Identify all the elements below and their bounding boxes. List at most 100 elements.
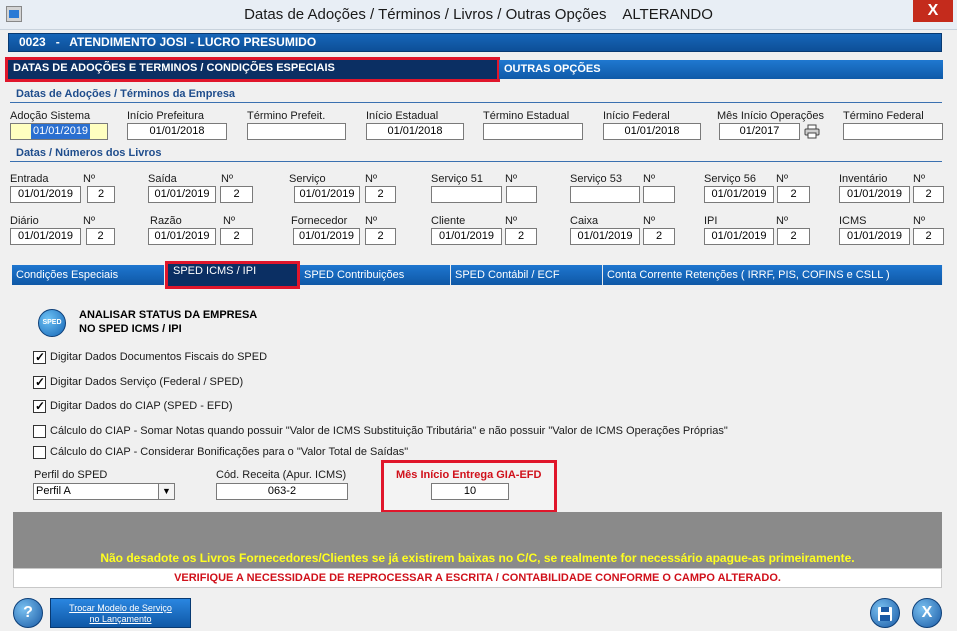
window-close-button[interactable]: X [913, 0, 953, 22]
label-servico-51-no: Nº [505, 173, 517, 185]
fornecedor-date-input[interactable]: 01/01/2019 [293, 228, 360, 245]
mes-inicio-operacoes-input[interactable]: 01/2017 [719, 123, 800, 140]
label-fornecedor-no: Nº [365, 215, 377, 227]
sped-icon[interactable]: SPED [38, 309, 66, 337]
saida-num-input[interactable]: 2 [220, 186, 253, 203]
help-button[interactable]: ? [13, 598, 43, 628]
label-mes-inicio-operacoes: Mês Início Operações [717, 110, 824, 122]
analisar-status-line1[interactable]: ANALISAR STATUS DA EMPRESA [79, 309, 257, 321]
label-servico-53-no: Nº [643, 173, 655, 185]
servico-51-num-input[interactable] [506, 186, 537, 203]
checkbox-label: Digitar Dados Serviço (Federal / SPED) [50, 376, 244, 388]
checkbox-digitar-servico[interactable] [33, 375, 46, 389]
section-title-books: Datas / Números dos Livros [16, 147, 162, 159]
label-cliente-no: Nº [505, 215, 517, 227]
inicio-prefeitura-input[interactable]: 01/01/2018 [127, 123, 227, 140]
label-termino-prefeitura: Término Prefeit. [247, 110, 326, 122]
cod-receita-input[interactable]: 063-2 [216, 483, 348, 500]
caixa-date-input[interactable]: 01/01/2019 [570, 228, 640, 245]
checkbox-digitar-ciap[interactable] [33, 399, 46, 413]
tab-datas-adocoes[interactable]: DATAS DE ADOÇÕES E TERMINOS / CONDIÇÕES … [5, 57, 500, 82]
label-perfil-sped: Perfil do SPED [34, 469, 108, 481]
label-razao: Razão [150, 215, 182, 227]
inicio-federal-input[interactable]: 01/01/2018 [603, 123, 701, 140]
company-header: 0023 - ATENDIMENTO JOSI - LUCRO PRESUMID… [8, 33, 942, 52]
termino-federal-input[interactable] [843, 123, 943, 140]
inventario-num-input[interactable]: 2 [913, 186, 944, 203]
window-title: Datas de Adoções / Términos / Livros / O… [244, 6, 713, 23]
label-termino-federal: Término Federal [843, 110, 924, 122]
entrada-date-input[interactable]: 01/01/2019 [10, 186, 81, 203]
servico-56-num-input[interactable]: 2 [777, 186, 810, 203]
label-caixa-no: Nº [643, 215, 655, 227]
label-servico-56-no: Nº [776, 173, 788, 185]
razao-date-input[interactable]: 01/01/2019 [148, 228, 216, 245]
inventario-date-input[interactable]: 01/01/2019 [839, 186, 910, 203]
checkbox-label: Digitar Dados Documentos Fiscais do SPED [50, 351, 268, 363]
termino-estadual-input[interactable] [483, 123, 583, 140]
servico-num-input[interactable]: 2 [365, 186, 396, 203]
label-entrada-no: Nº [83, 173, 95, 185]
fornecedor-num-input[interactable]: 2 [365, 228, 396, 245]
trocar-modelo-servico-button[interactable]: Trocar Modelo de Serviço no Lançamento [50, 598, 191, 628]
label-servico: Serviço [289, 173, 326, 185]
label-cliente: Cliente [431, 215, 466, 227]
servico-53-num-input[interactable] [643, 186, 675, 203]
checkbox-ciap-somar-notas[interactable] [33, 425, 46, 438]
label-cod-receita: Cód. Receita (Apur. ICMS) [216, 469, 347, 481]
label-ipi-no: Nº [776, 215, 788, 227]
label-inicio-prefeitura: Início Prefeitura [127, 110, 205, 122]
inicio-estadual-input[interactable]: 01/01/2018 [366, 123, 464, 140]
trocar-label-line2: no Lançamento [89, 614, 152, 624]
icms-num-input[interactable]: 2 [913, 228, 944, 245]
tab-outras-opcoes[interactable]: OUTRAS OPÇÕES [499, 60, 943, 79]
label-diario-no: Nº [83, 215, 95, 227]
caixa-num-input[interactable]: 2 [643, 228, 675, 245]
saida-date-input[interactable]: 01/01/2019 [148, 186, 216, 203]
diario-num-input[interactable]: 2 [86, 228, 115, 245]
perfil-sped-select[interactable]: Perfil A [33, 483, 175, 500]
chevron-down-icon[interactable]: ▼ [158, 484, 174, 499]
exit-button[interactable]: X [912, 598, 942, 628]
section-divider [10, 102, 942, 103]
label-icms: ICMS [839, 215, 867, 227]
label-inicio-estadual: Início Estadual [366, 110, 439, 122]
message-area [13, 512, 942, 549]
servico-51-date-input[interactable] [431, 186, 502, 203]
tab-sped-contabil-ecf[interactable]: SPED Contábil / ECF [451, 265, 603, 285]
tab-sped-contribuicoes[interactable]: SPED Contribuições [300, 265, 451, 285]
analisar-status-line2[interactable]: NO SPED ICMS / IPI [79, 323, 182, 335]
label-entrada: Entrada [10, 173, 49, 185]
adocao-sistema-input[interactable]: 01/01/2019 [10, 123, 108, 140]
checkbox-label: Cálculo do CIAP - Somar Notas quando pos… [50, 425, 728, 437]
label-inventario: Inventário [839, 173, 888, 185]
diario-date-input[interactable]: 01/01/2019 [10, 228, 81, 245]
checkbox-ciap-bonificacoes[interactable] [33, 446, 46, 459]
label-razao-no: Nº [223, 215, 235, 227]
servico-53-date-input[interactable] [570, 186, 640, 203]
mes-inicio-gia-input[interactable]: 10 [431, 483, 509, 500]
label-servico-no: Nº [365, 173, 377, 185]
termino-prefeitura-input[interactable] [247, 123, 346, 140]
ipi-num-input[interactable]: 2 [777, 228, 810, 245]
cliente-num-input[interactable]: 2 [505, 228, 537, 245]
servico-date-input[interactable]: 01/01/2019 [294, 186, 360, 203]
section-title-dates: Datas de Adoções / Términos da Empresa [16, 88, 236, 100]
printer-icon[interactable] [804, 124, 820, 139]
servico-56-date-input[interactable]: 01/01/2019 [704, 186, 774, 203]
tab-condicoes-especiais[interactable]: Condições Especiais [12, 265, 165, 285]
entrada-num-input[interactable]: 2 [87, 186, 115, 203]
icms-date-input[interactable]: 01/01/2019 [839, 228, 910, 245]
save-icon [878, 607, 892, 621]
save-button[interactable] [870, 598, 900, 628]
tab-conta-corrente-retencoes[interactable]: Conta Corrente Retenções ( IRRF, PIS, CO… [603, 265, 943, 285]
checkbox-digitar-docs-fiscais[interactable] [33, 350, 46, 364]
label-inventario-no: Nº [913, 173, 925, 185]
checkbox-label: Digitar Dados do CIAP (SPED - EFD) [50, 400, 233, 412]
tab-sped-icms-ipi[interactable]: SPED ICMS / IPI [165, 261, 300, 289]
label-fornecedor: Fornecedor [291, 215, 348, 227]
razao-num-input[interactable]: 2 [220, 228, 253, 245]
ipi-date-input[interactable]: 01/01/2019 [704, 228, 774, 245]
cliente-date-input[interactable]: 01/01/2019 [431, 228, 502, 245]
label-servico-51: Serviço 51 [431, 173, 483, 185]
